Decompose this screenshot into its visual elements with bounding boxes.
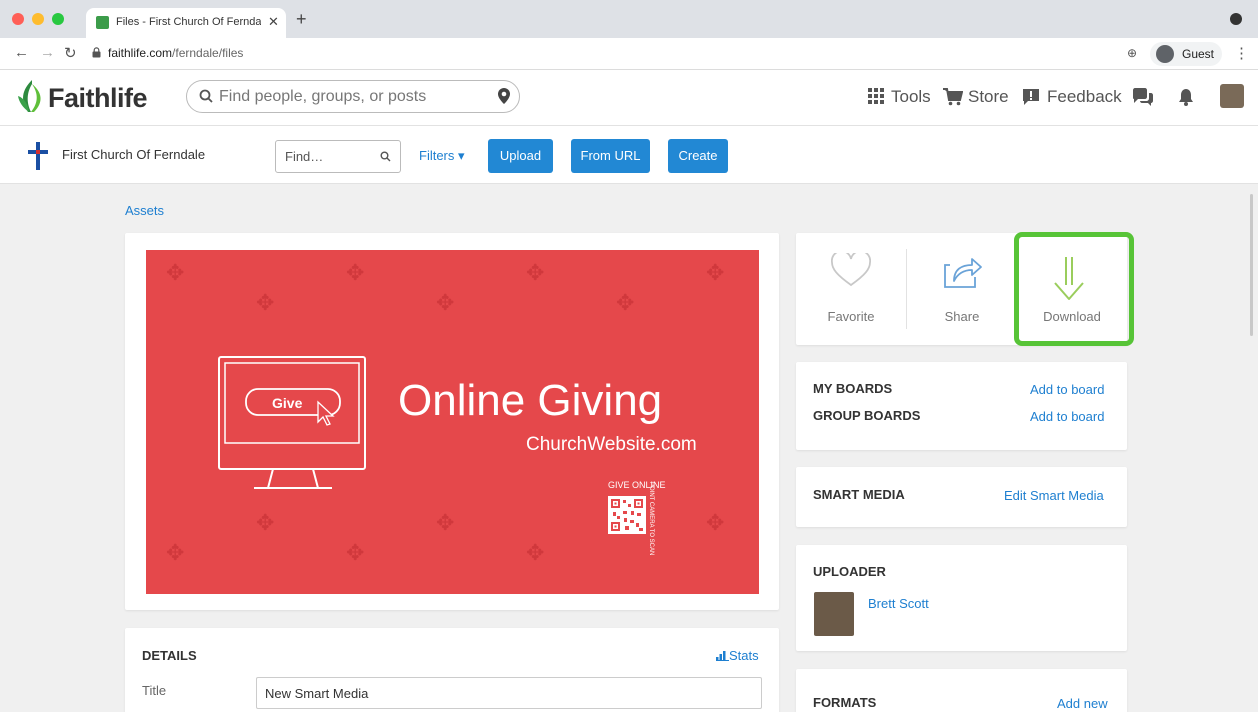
location-pin-icon[interactable] <box>497 87 511 105</box>
user-avatar[interactable] <box>1220 84 1244 108</box>
new-tab-icon[interactable]: + <box>296 9 307 30</box>
edit-smart-media-link[interactable]: Edit Smart Media <box>1004 488 1104 503</box>
uploader-heading: UPLOADER <box>813 564 886 579</box>
tools-grid-icon[interactable] <box>868 88 884 104</box>
find-input[interactable]: Find… <box>275 140 401 173</box>
title-input[interactable]: New Smart Media <box>256 677 762 709</box>
media-preview-image[interactable]: ✥ ✥ ✥ ✥ ✥ ✥ ✥ ✥ ✥ ✥ ✥ ✥ ✥ Give Online Gi… <box>146 250 759 594</box>
my-boards-label: MY BOARDS <box>813 381 893 396</box>
messages-icon[interactable] <box>1132 88 1154 106</box>
preview-title: Online Giving <box>398 376 663 425</box>
stats-chart-icon <box>716 651 729 661</box>
scrollbar[interactable] <box>1250 194 1253 336</box>
guest-label: Guest <box>1182 47 1215 61</box>
pattern-glyph: ✥ <box>706 260 725 285</box>
from-url-button[interactable]: From URL <box>571 139 650 173</box>
favorite-button[interactable]: Favorite <box>796 233 906 333</box>
heart-icon <box>831 253 871 287</box>
stats-link[interactable]: Stats <box>716 648 759 663</box>
add-format-link[interactable]: Add new <box>1057 696 1108 711</box>
store-link[interactable]: Store <box>968 87 1009 107</box>
pattern-glyph: ✥ <box>256 510 275 535</box>
url-host: faithlife.com <box>108 46 173 60</box>
group-boards-label: GROUP BOARDS <box>813 408 921 423</box>
share-label: Share <box>944 309 980 324</box>
search-icon <box>199 89 213 103</box>
give-online-label: GIVE ONLINE <box>608 480 666 490</box>
group-bar: First Church Of Ferndale Find… Filters ▾… <box>0 126 1258 184</box>
pattern-glyph: ✥ <box>526 540 545 565</box>
group-name[interactable]: First Church Of Ferndale <box>62 147 205 162</box>
pattern-glyph: ✥ <box>346 260 365 285</box>
qr-code-icon <box>608 496 646 534</box>
my-boards-add-link[interactable]: Add to board <box>1030 382 1104 397</box>
logo-text: Faithlife <box>48 83 148 113</box>
give-button-label: Give <box>272 395 303 411</box>
tab-title: Files - First Church Of Ferndale <box>116 16 261 28</box>
browser-tab[interactable]: Files - First Church Of Ferndale ✕ <box>86 8 286 38</box>
monitor-illustration-icon <box>218 356 366 489</box>
share-icon <box>944 258 982 288</box>
minimize-window-button[interactable] <box>32 13 44 25</box>
notifications-bell-icon[interactable] <box>1178 88 1194 106</box>
title-field-label: Title <box>142 683 167 698</box>
browser-tab-bar: Files - First Church Of Ferndale ✕ + <box>0 0 1258 38</box>
url-field[interactable]: faithlife.com/ferndale/files <box>108 46 243 60</box>
maximize-window-button[interactable] <box>52 13 64 25</box>
scan-instruction: POINT CAMERA TO SCAN <box>648 482 654 556</box>
tab-close-icon[interactable]: ✕ <box>268 14 279 30</box>
browser-profile-dot-icon[interactable] <box>1230 13 1242 25</box>
stats-label: Stats <box>729 648 759 663</box>
faithlife-leaf-icon <box>18 80 41 112</box>
pattern-glyph: ✥ <box>166 260 185 285</box>
boards-card <box>796 362 1127 450</box>
pattern-glyph: ✥ <box>256 290 275 315</box>
formats-heading: FORMATS <box>813 695 877 710</box>
site-header: Faithlife Find people, groups, or posts … <box>0 70 1258 126</box>
tools-link[interactable]: Tools <box>891 87 931 107</box>
guest-profile-button[interactable]: Guest <box>1150 42 1222 66</box>
back-icon[interactable]: ← <box>14 44 29 61</box>
filters-dropdown[interactable]: Filters ▾ <box>419 148 465 164</box>
pattern-glyph: ✥ <box>616 290 635 315</box>
favorite-label: Favorite <box>827 309 875 324</box>
feedback-link[interactable]: Feedback <box>1047 87 1122 107</box>
pattern-glyph: ✥ <box>166 540 185 565</box>
pattern-glyph: ✥ <box>346 540 365 565</box>
reload-icon[interactable]: ↻ <box>64 44 77 62</box>
uploader-name-link[interactable]: Brett Scott <box>868 596 929 611</box>
preview-url: ChurchWebsite.com <box>526 434 697 455</box>
pattern-glyph: ✥ <box>706 510 725 535</box>
forward-icon[interactable]: → <box>40 44 55 61</box>
site-search-input[interactable]: Find people, groups, or posts <box>186 80 520 113</box>
browser-menu-icon[interactable]: ⋮ <box>1234 44 1249 62</box>
site-search-placeholder: Find people, groups, or posts <box>219 88 427 105</box>
feedback-icon[interactable] <box>1022 88 1040 106</box>
pattern-glyph: ✥ <box>436 510 455 535</box>
guest-avatar-icon <box>1156 45 1174 63</box>
pattern-glyph: ✥ <box>526 260 545 285</box>
breadcrumb-assets[interactable]: Assets <box>125 203 164 218</box>
pattern-glyph: ✥ <box>436 290 455 315</box>
close-window-button[interactable] <box>12 13 24 25</box>
church-cross-icon <box>28 142 48 170</box>
cart-icon[interactable] <box>943 88 963 106</box>
details-heading: DETAILS <box>142 648 197 663</box>
upload-button[interactable]: Upload <box>488 139 553 173</box>
faithlife-favicon-icon <box>96 16 109 29</box>
address-bar: ← → ↻ faithlife.com/ferndale/files ⊕ Gue… <box>0 38 1258 70</box>
find-search-icon <box>380 151 391 162</box>
uploader-avatar[interactable] <box>814 592 854 636</box>
group-boards-add-link[interactable]: Add to board <box>1030 409 1104 424</box>
download-highlight-box <box>1014 232 1134 346</box>
create-button[interactable]: Create <box>668 139 728 173</box>
share-button[interactable]: Share <box>907 233 1017 333</box>
lock-icon <box>92 47 101 58</box>
smart-media-heading: SMART MEDIA <box>813 487 905 502</box>
zoom-icon[interactable]: ⊕ <box>1127 46 1137 60</box>
url-path: /ferndale/files <box>172 46 244 60</box>
find-placeholder: Find… <box>285 149 324 164</box>
